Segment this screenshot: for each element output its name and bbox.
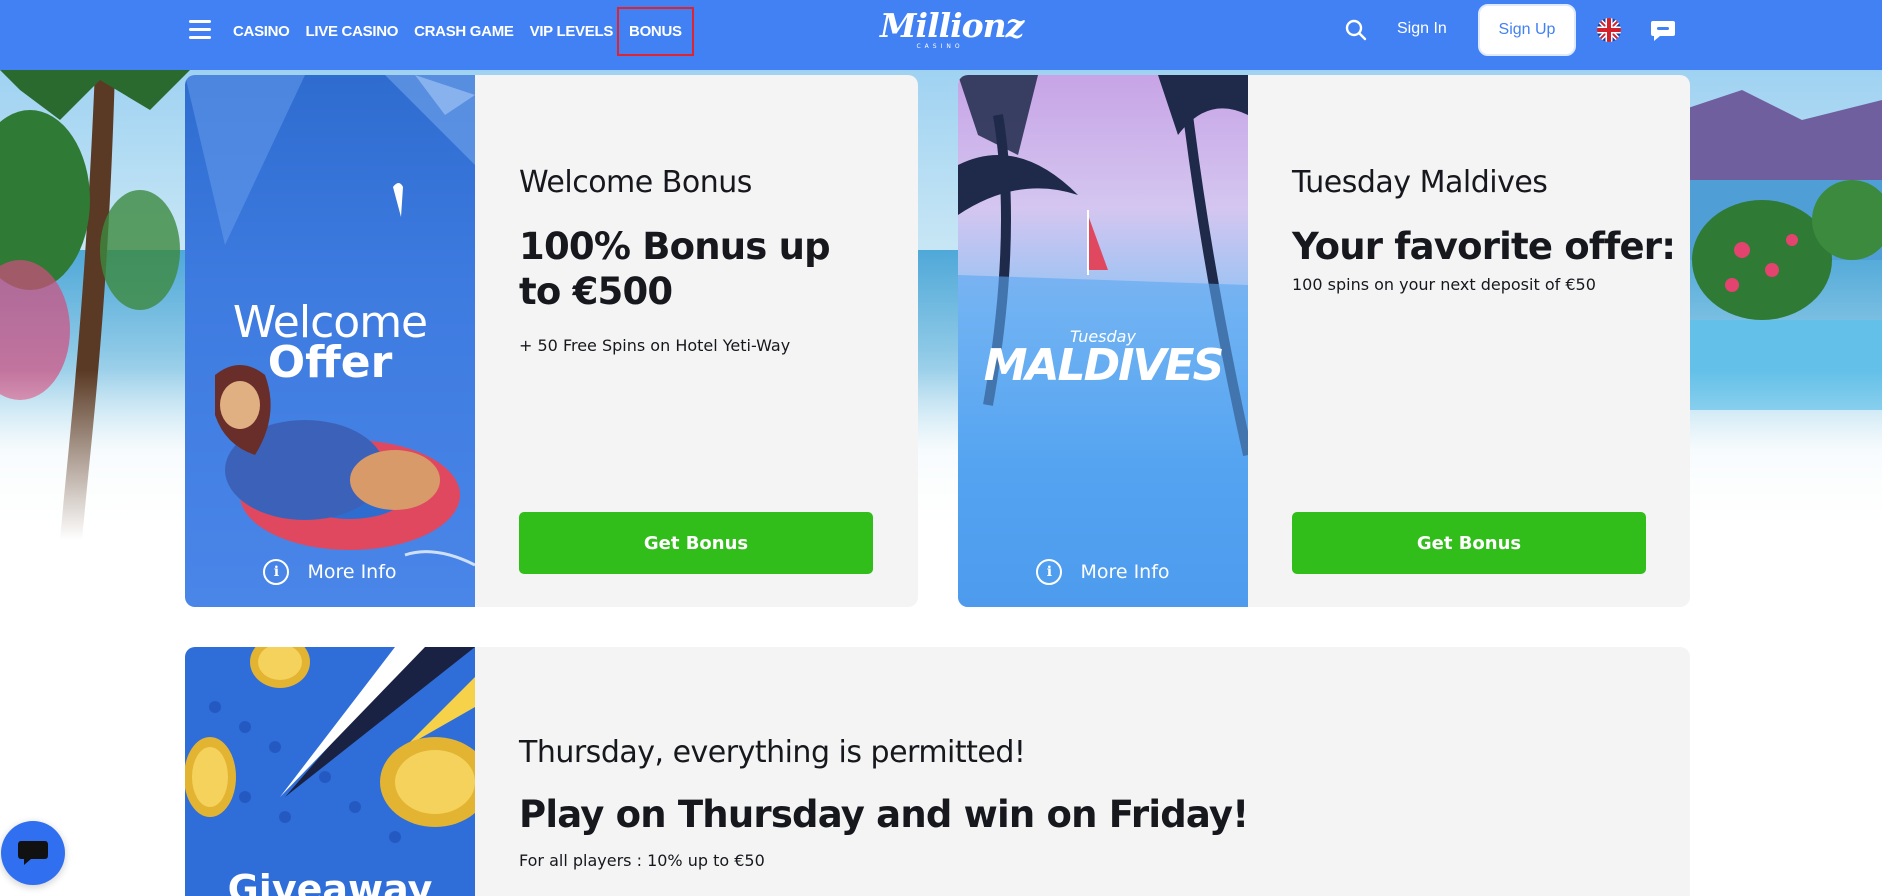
welcome-art-line2: Offer [267,337,393,388]
card-title: Tuesday Maldives [1292,165,1548,200]
card-headline: 100% Bonus up to €500 [519,225,831,313]
card-headline: Your favorite offer: [1292,225,1676,268]
maldives-art-line2: MALDIVES [983,340,1225,391]
card-headline: Play on Thursday and win on Friday! [519,793,1249,836]
nav-vip-levels[interactable]: VIP LEVELS [530,23,614,40]
chat-icon[interactable] [1650,17,1676,43]
nav-casino[interactable]: CASINO [233,23,290,40]
thursday-card-body: Thursday, everything is permitted! Play … [475,647,1690,896]
bonus-card-tuesday-maldives: Tuesday MALDIVES i More Info Tuesday Mal… [958,75,1690,607]
get-bonus-button[interactable]: Get Bonus [519,512,873,574]
bonus-card-thursday: Giveaway Thursday, everything is permitt… [185,647,1690,896]
site-logo[interactable]: Millionz CASINO [880,6,1024,52]
maldives-artwork: Tuesday MALDIVES i More Info [958,75,1248,607]
menu-icon[interactable] [189,20,211,40]
info-icon: i [1036,559,1063,585]
search-icon[interactable] [1344,18,1368,42]
more-info-label: More Info [1080,561,1170,583]
chat-bubble-icon [18,841,48,865]
card-description: 100 spins on your next deposit of €50 [1292,275,1596,294]
more-info-label: More Info [307,561,397,583]
giveaway-art-label: Giveaway [227,867,433,896]
nav-crash-game[interactable]: CRASH GAME [414,23,514,40]
info-icon: i [263,559,290,585]
sign-up-button[interactable]: Sign Up [1478,4,1576,56]
more-info-button[interactable]: i More Info [185,559,475,585]
top-navigation-bar: CASINO LIVE CASINO CRASH GAME VIP LEVELS… [0,0,1882,70]
logo-wordmark: Millionz [880,6,1024,45]
card-description: For all players : 10% up to €50 [519,851,765,870]
bonus-card-welcome: Welcome Offer i More Info Welcome Bonus … [185,75,918,607]
giveaway-illustration [185,647,475,843]
maldives-card-body: Tuesday Maldives Your favorite offer: 10… [1248,75,1690,607]
giveaway-artwork: Giveaway [185,647,475,896]
main-nav: CASINO LIVE CASINO CRASH GAME VIP LEVELS… [233,0,708,62]
nav-bonus[interactable]: BONUS [617,6,694,56]
more-info-button[interactable]: i More Info [958,559,1248,585]
card-title: Welcome Bonus [519,165,752,200]
card-title: Thursday, everything is permitted! [519,735,1026,770]
uk-flag-icon[interactable] [1597,18,1621,42]
sign-in-link[interactable]: Sign In [1397,20,1447,38]
card-description: + 50 Free Spins on Hotel Yeti-Way [519,336,791,355]
welcome-card-body: Welcome Bonus 100% Bonus up to €500 + 50… [475,75,918,607]
get-bonus-button[interactable]: Get Bonus [1292,512,1646,574]
welcome-offer-artwork: Welcome Offer i More Info [185,75,475,607]
nav-live-casino[interactable]: LIVE CASINO [306,23,399,40]
live-chat-button[interactable] [1,821,65,885]
